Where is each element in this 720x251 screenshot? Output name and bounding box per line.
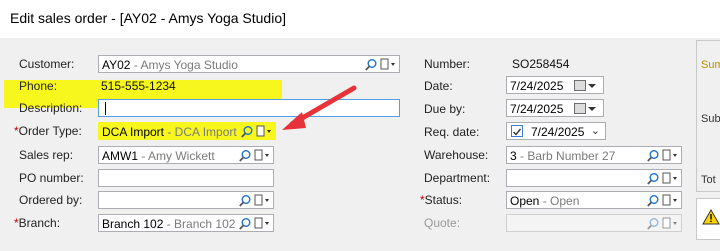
customer-label: Customer: bbox=[19, 57, 75, 71]
search-icon[interactable] bbox=[646, 217, 660, 231]
quote-label: Quote: bbox=[424, 216, 461, 230]
status-code: Open bbox=[510, 194, 540, 208]
document-menu-icon[interactable] bbox=[662, 149, 678, 162]
summary-panel-line: Sub bbox=[701, 113, 720, 125]
annotation-arrow bbox=[282, 85, 357, 130]
order-type-desc: - DCA Import bbox=[164, 125, 237, 139]
number-label: Number: bbox=[424, 57, 471, 71]
status-label-text: Status: bbox=[424, 193, 463, 207]
due-by-value: 7/24/2025 bbox=[510, 102, 564, 116]
ordered-by-field[interactable] bbox=[98, 191, 274, 209]
search-icon[interactable] bbox=[646, 194, 660, 208]
document-menu-icon[interactable] bbox=[254, 194, 270, 207]
date-picker[interactable]: 7/24/2025 bbox=[506, 76, 604, 94]
ordered-by-label: Ordered by: bbox=[19, 193, 83, 207]
summary-panel-line: Sum bbox=[701, 59, 720, 71]
quote-field[interactable] bbox=[506, 214, 682, 232]
status-label: *Status: bbox=[420, 193, 462, 207]
search-icon[interactable] bbox=[238, 149, 252, 163]
warehouse-field[interactable]: 3 - Barb Number 27 bbox=[506, 146, 682, 164]
order-type-label: *Order Type: bbox=[14, 124, 82, 138]
order-type-label-text: Order Type: bbox=[18, 124, 82, 138]
department-label: Department: bbox=[424, 171, 491, 185]
document-menu-icon[interactable] bbox=[662, 194, 678, 207]
search-icon[interactable] bbox=[646, 172, 660, 186]
customer-desc: - Amys Yoga Studio bbox=[130, 58, 238, 72]
department-field[interactable] bbox=[506, 169, 682, 187]
sales-rep-field[interactable]: AMW1 - Amy Wickett bbox=[98, 146, 274, 164]
document-menu-icon[interactable] bbox=[380, 58, 396, 71]
branch-desc: - Branch 102 bbox=[163, 217, 236, 231]
status-desc: - Open bbox=[539, 194, 580, 208]
search-icon[interactable] bbox=[364, 58, 378, 72]
document-menu-icon[interactable] bbox=[662, 217, 678, 230]
sales-rep-label: Sales rep: bbox=[19, 148, 74, 162]
search-icon[interactable] bbox=[238, 217, 252, 231]
number-value: SO258454 bbox=[512, 57, 570, 71]
warehouse-desc: - Barb Number 27 bbox=[516, 149, 616, 163]
sales-rep-desc: - Amy Wickett bbox=[138, 149, 215, 163]
date-label: Date: bbox=[424, 79, 453, 93]
document-menu-icon[interactable] bbox=[662, 172, 678, 185]
chevron-down-icon[interactable] bbox=[588, 106, 596, 111]
summary-panel-line: Tot bbox=[701, 174, 716, 186]
phone-label: Phone: bbox=[19, 79, 58, 93]
req-date-value: 7/24/2025 bbox=[531, 125, 585, 139]
customer-field[interactable]: AY02 - Amys Yoga Studio bbox=[98, 55, 400, 73]
customer-code: AY02 bbox=[102, 58, 131, 72]
calendar-icon[interactable] bbox=[574, 80, 586, 91]
warning-panel bbox=[696, 198, 720, 240]
checkmark-icon bbox=[513, 128, 522, 136]
req-date-picker[interactable]: 7/24/2025 ⌄ bbox=[506, 122, 606, 140]
document-menu-icon[interactable] bbox=[256, 125, 272, 138]
description-label: Description: bbox=[19, 101, 83, 115]
warning-icon bbox=[702, 209, 720, 225]
chevron-down-icon[interactable] bbox=[588, 83, 596, 88]
due-by-label: Due by: bbox=[424, 102, 466, 116]
order-type-code: DCA Import bbox=[102, 125, 165, 139]
summary-panel: Sum Sub Tot bbox=[696, 40, 720, 192]
window-titlebar: Edit sales order - [AY02 - Amys Yoga Stu… bbox=[0, 0, 720, 38]
branch-label-text: Branch: bbox=[18, 216, 61, 230]
order-type-field[interactable]: DCA Import - DCA Import bbox=[98, 122, 276, 140]
sales-rep-code: AMW1 bbox=[102, 149, 138, 163]
search-icon[interactable] bbox=[240, 125, 254, 139]
po-number-label: PO number: bbox=[19, 171, 84, 185]
search-icon[interactable] bbox=[646, 149, 660, 163]
text-caret bbox=[105, 102, 106, 115]
status-field[interactable]: Open - Open bbox=[506, 191, 682, 209]
warehouse-code: 3 bbox=[510, 149, 517, 163]
po-number-input[interactable] bbox=[98, 169, 274, 187]
date-value: 7/24/2025 bbox=[510, 79, 564, 93]
req-date-label: Req. date: bbox=[424, 125, 480, 139]
branch-field[interactable]: Branch 102 - Branch 102 bbox=[98, 214, 274, 232]
warehouse-label: Warehouse: bbox=[424, 148, 489, 162]
phone-value: 515-555-1234 bbox=[101, 79, 176, 93]
search-icon[interactable] bbox=[238, 194, 252, 208]
document-menu-icon[interactable] bbox=[254, 217, 270, 230]
req-date-checkbox[interactable] bbox=[511, 125, 523, 137]
due-by-picker[interactable]: 7/24/2025 bbox=[506, 99, 604, 117]
chevron-down-icon[interactable]: ⌄ bbox=[591, 124, 600, 137]
branch-code: Branch 102 bbox=[102, 217, 164, 231]
window-title: Edit sales order - [AY02 - Amys Yoga Stu… bbox=[10, 10, 287, 26]
calendar-icon[interactable] bbox=[574, 103, 586, 114]
document-menu-icon[interactable] bbox=[254, 149, 270, 162]
branch-label: *Branch: bbox=[14, 216, 60, 230]
